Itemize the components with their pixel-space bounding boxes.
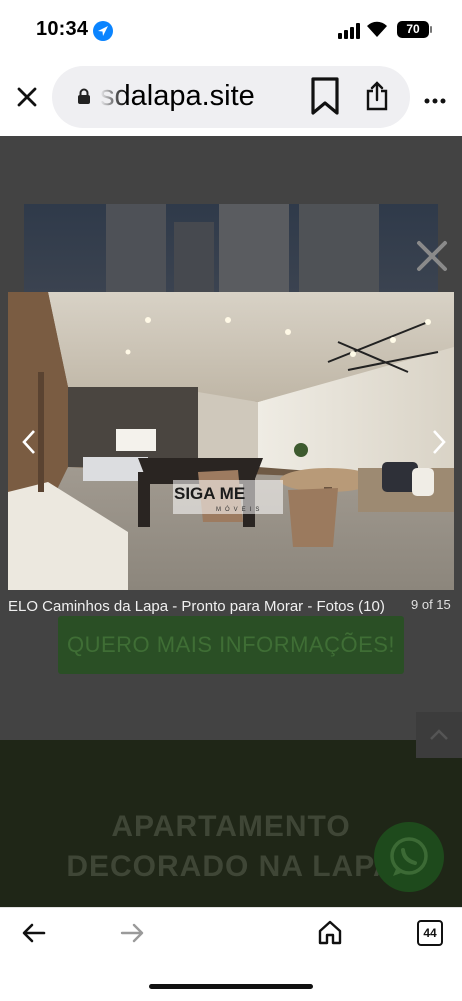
chevron-left-icon[interactable] [18,428,40,456]
hero-building-image [24,204,438,292]
home-indicator [149,984,313,989]
whatsapp-icon[interactable] [374,822,444,892]
watermark-logo-text: SIGA ME [174,484,245,503]
location-arrow-icon [93,21,113,41]
tabs-button[interactable]: 44 [417,920,443,946]
battery-indicator: 70 [397,21,429,38]
url-fade [100,78,126,118]
more-icon[interactable] [424,92,446,104]
close-icon[interactable] [14,84,40,110]
signal-icon [338,23,362,39]
scroll-to-top-button[interactable] [416,712,462,758]
bookmark-icon[interactable] [307,76,343,116]
wifi-icon [366,20,388,38]
share-icon[interactable] [364,81,390,111]
gallery-image[interactable]: SIGA ME MÓVEIS [8,292,454,590]
chevron-right-icon[interactable] [428,428,450,456]
image-caption: ELO Caminhos da Lapa - Pronto para Morar… [8,598,385,615]
battery-tip [430,26,432,33]
back-arrow-icon[interactable] [22,922,46,944]
watermark-subtext: MÓVEIS [216,506,263,513]
clock: 10:34 [36,18,89,40]
more-info-button[interactable]: QUERO MAIS INFORMAÇÕES! [58,616,404,674]
image-counter: 9 of 15 [411,597,451,612]
lock-icon [77,88,91,104]
lightbox-close-icon[interactable] [414,238,450,274]
home-icon[interactable] [317,919,343,945]
forward-arrow-icon[interactable] [120,922,144,944]
